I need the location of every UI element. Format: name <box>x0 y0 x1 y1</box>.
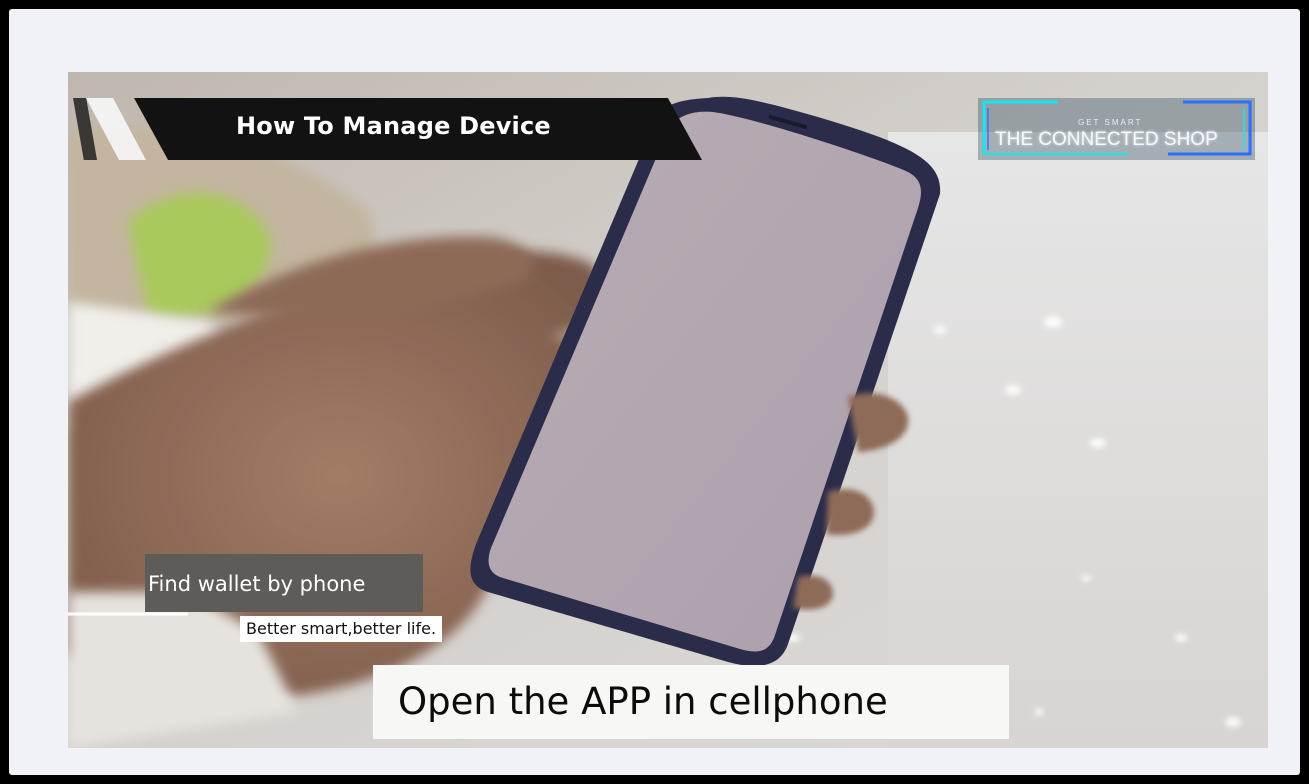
logo-name: THE CONNECTED SHOP <box>995 129 1218 150</box>
caption-slogan: Better smart,better life. <box>240 616 443 642</box>
video-player[interactable]: How To Manage Device GET SMART THE CONNE… <box>68 72 1268 748</box>
video-frame: How To Manage Device GET SMART THE CONNE… <box>9 9 1300 775</box>
logo-tagline: GET SMART <box>1078 118 1143 127</box>
brand-logo: GET SMART THE CONNECTED SHOP <box>978 98 1255 160</box>
video-scene-image <box>68 72 1268 748</box>
subtitle-instruction: Open the APP in cellphone <box>398 680 888 723</box>
caption-find-wallet: Find wallet by phone <box>148 572 366 596</box>
video-title: How To Manage Device <box>236 112 551 140</box>
